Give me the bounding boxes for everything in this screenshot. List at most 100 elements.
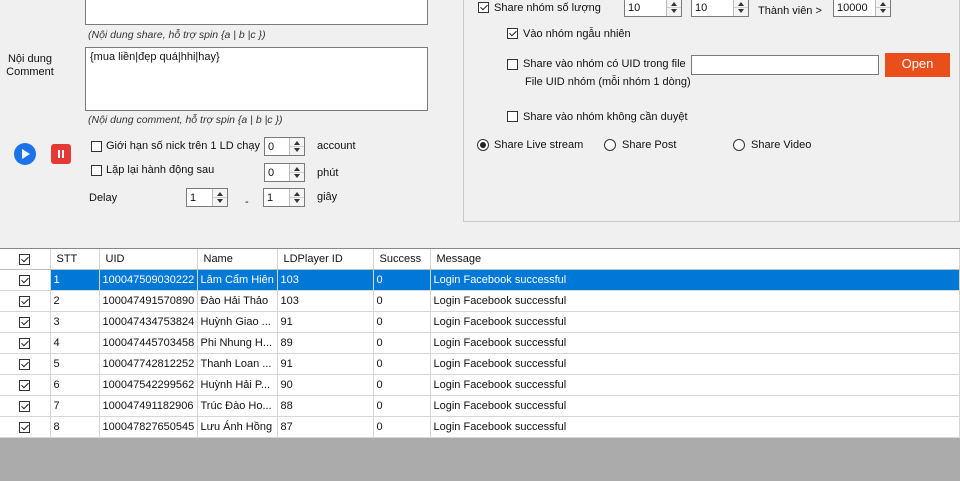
- select-all-checkbox[interactable]: [19, 253, 31, 265]
- row-checkbox[interactable]: [19, 400, 31, 412]
- row-checkbox[interactable]: [19, 295, 31, 307]
- cell-stt: 1: [50, 269, 100, 291]
- row-checkbox[interactable]: [19, 358, 31, 370]
- spin-arrows-icon[interactable]: [289, 138, 304, 155]
- delay-separator: -: [245, 196, 249, 208]
- uid-file-input[interactable]: [691, 55, 879, 75]
- table-row[interactable]: 6 100047542299562 Huỳnh Hải P... 90 0 Lo…: [0, 374, 960, 396]
- cell-message: Login Facebook successful: [430, 332, 960, 354]
- spin-arrows-icon[interactable]: [212, 189, 227, 206]
- cell-ldplayer-id: 87: [277, 416, 374, 438]
- comment-label: Nội dung Comment: [6, 53, 54, 78]
- cell-stt: 4: [50, 332, 100, 354]
- cell-name: Lưu Ánh Hồng: [197, 416, 278, 438]
- table-row[interactable]: 8 100047827650545 Lưu Ánh Hồng 87 0 Logi…: [0, 416, 960, 438]
- members-stepper[interactable]: 10000: [833, 0, 891, 17]
- row-select-cell[interactable]: [0, 395, 51, 417]
- spin-arrows-icon[interactable]: [666, 0, 681, 16]
- row-select-cell[interactable]: [0, 290, 51, 312]
- table-row[interactable]: 5 100047742812252 Thanh Loan ... 91 0 Lo…: [0, 353, 960, 375]
- spin-arrows-icon[interactable]: [875, 0, 890, 16]
- row-select-cell[interactable]: [0, 374, 51, 396]
- repeat-action-value: 0: [268, 167, 275, 179]
- row-checkbox[interactable]: [19, 316, 31, 328]
- spin-arrows-icon[interactable]: [733, 0, 748, 16]
- row-select-cell[interactable]: [0, 332, 51, 354]
- no-approval-checkbox[interactable]: [507, 111, 518, 122]
- open-button[interactable]: Open: [885, 53, 950, 77]
- radio-share-livestream[interactable]: [477, 139, 489, 151]
- row-select-cell[interactable]: [0, 269, 51, 291]
- cell-name: Thanh Loan ...: [197, 353, 278, 375]
- share-groups-checkbox[interactable]: [478, 2, 489, 13]
- cell-uid: 100047491570890: [99, 290, 198, 312]
- repeat-action-checkbox[interactable]: [91, 165, 102, 176]
- random-groups-checkbox[interactable]: [507, 28, 518, 39]
- cell-uid: 100047434753824: [99, 311, 198, 333]
- cell-ldplayer-id: 103: [277, 269, 374, 291]
- limit-nick-value: 0: [268, 141, 275, 153]
- share-content-textarea[interactable]: [85, 0, 428, 25]
- column-header-message[interactable]: Message: [430, 249, 960, 270]
- radio-share-livestream-label: Share Live stream: [494, 139, 584, 151]
- repeat-action-stepper[interactable]: 0: [264, 163, 305, 182]
- row-checkbox[interactable]: [19, 421, 31, 433]
- cell-success: 0: [373, 395, 431, 417]
- cell-name: Huỳnh Giao ...: [197, 311, 278, 333]
- stop-button[interactable]: [51, 144, 71, 164]
- cell-ldplayer-id: 91: [277, 311, 374, 333]
- uid-groups-checkbox[interactable]: [507, 59, 518, 70]
- uid-file-label: File UID nhóm (mỗi nhóm 1 dòng): [525, 76, 691, 88]
- delay-to-stepper[interactable]: 1: [263, 188, 305, 207]
- table-row[interactable]: 2 100047491570890 Đào Hải Thảo 103 0 Log…: [0, 290, 960, 312]
- row-select-cell[interactable]: [0, 416, 51, 438]
- cell-success: 0: [373, 332, 431, 354]
- cell-success: 0: [373, 353, 431, 375]
- random-groups-label: Vào nhóm ngẫu nhiên: [523, 28, 631, 40]
- accounts-grid: STT UID Name LDPlayer ID Success Message…: [0, 248, 960, 481]
- comment-content-hint: (Nội dung comment, hỗ trợ spin {a | b |c…: [88, 114, 283, 126]
- cell-message: Login Facebook successful: [430, 374, 960, 396]
- no-approval-label: Share vào nhóm không cần duyệt: [523, 111, 688, 123]
- row-checkbox[interactable]: [19, 337, 31, 349]
- row-select-cell[interactable]: [0, 353, 51, 375]
- table-row[interactable]: 4 100047445703458 Phi Nhung H... 89 0 Lo…: [0, 332, 960, 354]
- limit-nick-stepper[interactable]: 0: [264, 137, 305, 156]
- row-checkbox[interactable]: [19, 274, 31, 286]
- cell-ldplayer-id: 90: [277, 374, 374, 396]
- cell-name: Trúc Đào Ho...: [197, 395, 278, 417]
- limit-nick-label: Giới hạn số nick trên 1 LD chạy: [106, 140, 260, 152]
- spin-arrows-icon[interactable]: [289, 164, 304, 181]
- cell-success: 0: [373, 311, 431, 333]
- column-header-uid[interactable]: UID: [99, 249, 198, 270]
- row-select-cell[interactable]: [0, 311, 51, 333]
- cell-message: Login Facebook successful: [430, 269, 960, 291]
- select-all-header[interactable]: [0, 249, 51, 270]
- column-header-name[interactable]: Name: [197, 249, 278, 270]
- repeat-action-unit: phút: [317, 167, 339, 179]
- table-row[interactable]: 7 100047491182906 Trúc Đào Ho... 88 0 Lo…: [0, 395, 960, 417]
- column-header-stt[interactable]: STT: [50, 249, 100, 270]
- cell-message: Login Facebook successful: [430, 311, 960, 333]
- column-header-ldplayer-id[interactable]: LDPlayer ID: [277, 249, 374, 270]
- spin-arrows-icon[interactable]: [289, 189, 304, 206]
- row-checkbox[interactable]: [19, 379, 31, 391]
- play-button[interactable]: [14, 143, 36, 165]
- column-header-success[interactable]: Success: [373, 249, 431, 270]
- cell-stt: 2: [50, 290, 100, 312]
- table-row[interactable]: 3 100047434753824 Huỳnh Giao ... 91 0 Lo…: [0, 311, 960, 333]
- cell-success: 0: [373, 290, 431, 312]
- limit-nick-checkbox[interactable]: [91, 141, 102, 152]
- comment-content-textarea[interactable]: {mua liền|đẹp quá|hhi|hay}: [85, 47, 428, 111]
- cell-uid: 100047509030222: [99, 269, 198, 291]
- delay-from-stepper[interactable]: 1: [186, 188, 228, 207]
- radio-share-video[interactable]: [733, 139, 745, 151]
- group-min-stepper[interactable]: 10: [624, 0, 682, 17]
- group-max-stepper[interactable]: 10: [691, 0, 749, 17]
- cell-ldplayer-id: 91: [277, 353, 374, 375]
- table-row[interactable]: 1 100047509030222 Lâm Cẩm Hiên 103 0 Log…: [0, 269, 960, 291]
- cell-ldplayer-id: 103: [277, 290, 374, 312]
- cell-message: Login Facebook successful: [430, 353, 960, 375]
- radio-share-video-label: Share Video: [751, 139, 812, 151]
- radio-share-post[interactable]: [604, 139, 616, 151]
